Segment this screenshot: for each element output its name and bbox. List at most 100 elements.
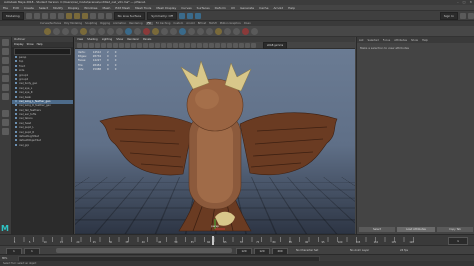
shelf-tool-icon[interactable] — [62, 27, 69, 35]
shelf-tab-mash[interactable]: MASH — [209, 22, 217, 25]
menu-item-file[interactable]: File — [3, 6, 8, 10]
menu-item-deform[interactable]: Deform — [215, 6, 226, 10]
range-slider-bar[interactable] — [56, 248, 232, 253]
paint-select-tool-icon[interactable] — [2, 57, 9, 64]
shelf-tab-rendering[interactable]: Rendering — [129, 22, 142, 25]
attr-tab-focus[interactable]: Focus — [383, 39, 390, 42]
shelf-tool-icon[interactable] — [188, 27, 195, 35]
viewport-menu-view[interactable]: View — [77, 38, 83, 41]
fps-menu[interactable]: 24 fps — [400, 248, 408, 253]
shelf-tool-icon[interactable] — [161, 27, 168, 35]
viewport-tool-icon[interactable] — [161, 42, 166, 48]
outliner-search-input[interactable] — [14, 48, 71, 55]
select-button[interactable]: Select — [359, 227, 395, 232]
shelf-tool-icon[interactable] — [98, 27, 105, 35]
viewport-tool-icon[interactable] — [215, 42, 220, 48]
viewport-tool-icon[interactable] — [149, 42, 154, 48]
shelf-tool-icon[interactable] — [89, 27, 96, 35]
select-by-component-icon[interactable] — [81, 12, 88, 19]
shelf-tab-fx[interactable]: FX — [145, 22, 153, 25]
single-view-layout-icon[interactable] — [2, 110, 9, 117]
shelf-tool-icon[interactable] — [179, 27, 186, 35]
render-icon[interactable] — [178, 12, 185, 19]
load-attributes-button[interactable]: Load Attributes — [397, 227, 435, 232]
render-settings-icon[interactable] — [194, 12, 201, 19]
save-scene-icon[interactable] — [41, 12, 48, 19]
viewport-tool-icon[interactable] — [179, 42, 184, 48]
viewport-tool-icon[interactable] — [185, 42, 190, 48]
select-by-object-icon[interactable] — [73, 12, 80, 19]
menu-item-modify[interactable]: Modify — [53, 6, 63, 10]
menu-item-create[interactable]: Create — [24, 6, 34, 10]
attr-tab-list[interactable]: List — [359, 39, 364, 42]
outliner-menu-help[interactable]: Help — [37, 43, 43, 46]
menu-item-curves[interactable]: Curves — [181, 6, 191, 10]
live-surface-field[interactable]: No Live Surface — [113, 11, 146, 20]
menu-item-arnold[interactable]: Arnold — [273, 6, 283, 10]
viewport-tool-icon[interactable] — [113, 42, 118, 48]
shelf-tab-poly-modeling[interactable]: Poly Modeling — [64, 22, 82, 25]
four-view-layout-icon[interactable] — [2, 119, 9, 126]
viewport-tool-icon[interactable] — [101, 42, 106, 48]
open-scene-icon[interactable] — [33, 12, 40, 19]
shelf-tab-curves-surfaces[interactable]: Curves/Surfaces — [40, 22, 61, 25]
menu-item-windows[interactable]: Windows — [84, 6, 97, 10]
undo-icon[interactable] — [49, 12, 56, 19]
shelf-tool-icon[interactable] — [125, 27, 132, 35]
shelf-tab-bifrost[interactable]: Bifrost — [198, 22, 206, 25]
character-set-menu[interactable]: No Character Set — [296, 248, 318, 253]
viewport-tool-icon[interactable] — [107, 42, 112, 48]
menu-item-display[interactable]: Display — [68, 6, 79, 10]
viewport-tool-icon[interactable] — [191, 42, 196, 48]
sign-in-button[interactable]: Sign In — [439, 11, 458, 20]
shelf-tool-icon[interactable] — [215, 27, 222, 35]
menu-set-selector[interactable]: Modeling — [2, 11, 24, 20]
shelf-tab-xgen[interactable]: XGen — [244, 22, 251, 25]
owl-model[interactable] — [75, 49, 355, 234]
shelf-tab-motion-graphics[interactable]: Motion Graphics — [220, 22, 241, 25]
viewport-menu-shading[interactable]: Shading — [87, 38, 98, 41]
shelf-tab-fx-caching[interactable]: FX Caching — [156, 22, 171, 25]
copy-tab-button[interactable]: Copy Tab — [437, 227, 473, 232]
shelf-tool-icon[interactable] — [107, 27, 114, 35]
new-scene-icon[interactable] — [25, 12, 32, 19]
viewport-tool-icon[interactable] — [233, 42, 238, 48]
shelf-tool-icon[interactable] — [116, 27, 123, 35]
viewport-tool-icon[interactable] — [173, 42, 178, 48]
shelf-tab-custom[interactable]: Custom — [173, 22, 183, 25]
panel-toggle-icon[interactable] — [460, 12, 466, 19]
shelf-tool-icon[interactable] — [242, 27, 249, 35]
move-tool-icon[interactable] — [2, 66, 9, 73]
select-tool-icon[interactable] — [2, 39, 9, 46]
menu-item-help[interactable]: Help — [288, 6, 295, 10]
left-wing[interactable] — [99, 114, 194, 176]
viewport-tool-icon[interactable] — [83, 42, 88, 48]
shelf-tool-icon[interactable] — [197, 27, 204, 35]
viewport-menu-renderer[interactable]: Renderer — [127, 38, 139, 41]
shelf-tool-icon[interactable] — [224, 27, 231, 35]
time-slider[interactable]: 1 5 10 15 20 25 30 35 40 45 50 55 60 65 70 75 80 85 90 95 10… — [0, 234, 474, 245]
shelf-tool-icon[interactable] — [251, 27, 258, 35]
menu-item-mesh-tools[interactable]: Mesh Tools — [135, 6, 151, 10]
select-by-hierarchy-icon[interactable] — [65, 12, 72, 19]
viewport-tool-icon[interactable] — [137, 42, 142, 48]
attr-tab-help[interactable]: Help — [422, 39, 428, 42]
persp-outliner-layout-icon[interactable] — [2, 128, 9, 135]
symmetry-field[interactable]: Symmetry: Off — [147, 11, 177, 20]
playhead[interactable] — [212, 236, 214, 245]
viewport-tool-icon[interactable] — [77, 42, 82, 48]
attr-tab-attributes[interactable]: Attributes — [394, 39, 407, 42]
viewport-tool-icon[interactable] — [227, 42, 232, 48]
last-tool-icon[interactable] — [2, 93, 9, 100]
snap-grid-icon[interactable] — [89, 12, 96, 19]
menu-item-mesh-display[interactable]: Mesh Display — [156, 6, 176, 10]
viewport-tool-icon[interactable] — [203, 42, 208, 48]
shelf-tab-sculpting[interactable]: Sculpting — [85, 22, 97, 25]
ipr-render-icon[interactable] — [186, 12, 193, 19]
viewport-tool-icon[interactable] — [209, 42, 214, 48]
anim-layer-menu[interactable]: No Anim Layer — [350, 248, 369, 253]
viewport-tool-icon[interactable] — [125, 42, 130, 48]
shelf-tool-icon[interactable] — [170, 27, 177, 35]
viewport-tool-icon[interactable] — [251, 42, 256, 48]
menu-item-mesh[interactable]: Mesh — [103, 6, 111, 10]
